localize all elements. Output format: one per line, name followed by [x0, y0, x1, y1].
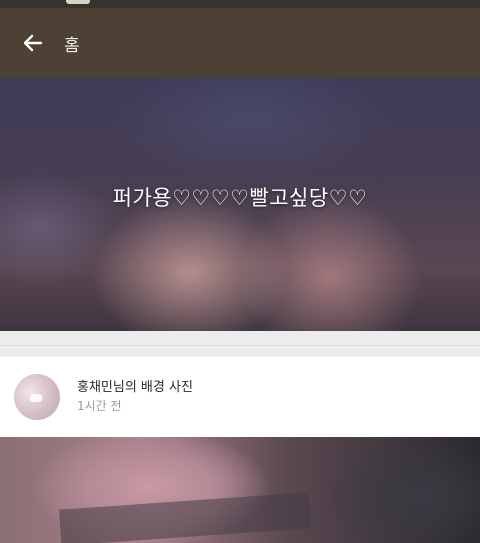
post-author[interactable]: 홍채민님의 배경 사진 — [77, 379, 193, 397]
section-divider — [0, 331, 480, 357]
post-meta: 홍채민님의 배경 사진 1시간 전 — [77, 379, 193, 415]
app-bar: 홈 — [0, 8, 480, 78]
post-timestamp: 1시간 전 — [77, 399, 122, 413]
post-photo[interactable] — [0, 437, 480, 543]
status-bar — [0, 0, 480, 8]
post-header[interactable]: 홍채민님의 배경 사진 1시간 전 — [0, 357, 480, 437]
page-title: 홈 — [64, 35, 81, 56]
cover-caption: 퍼가용♡♡♡♡빨고싶당♡♡ — [112, 186, 368, 210]
status-indicator — [66, 0, 90, 4]
arrow-left-icon — [23, 34, 43, 52]
avatar-detail — [30, 394, 42, 402]
divider-line — [0, 345, 480, 346]
avatar[interactable] — [14, 374, 60, 420]
back-button[interactable] — [8, 18, 58, 68]
photo-detail — [59, 492, 311, 543]
cover-photo[interactable]: 퍼가용♡♡♡♡빨고싶당♡♡ — [0, 78, 480, 331]
